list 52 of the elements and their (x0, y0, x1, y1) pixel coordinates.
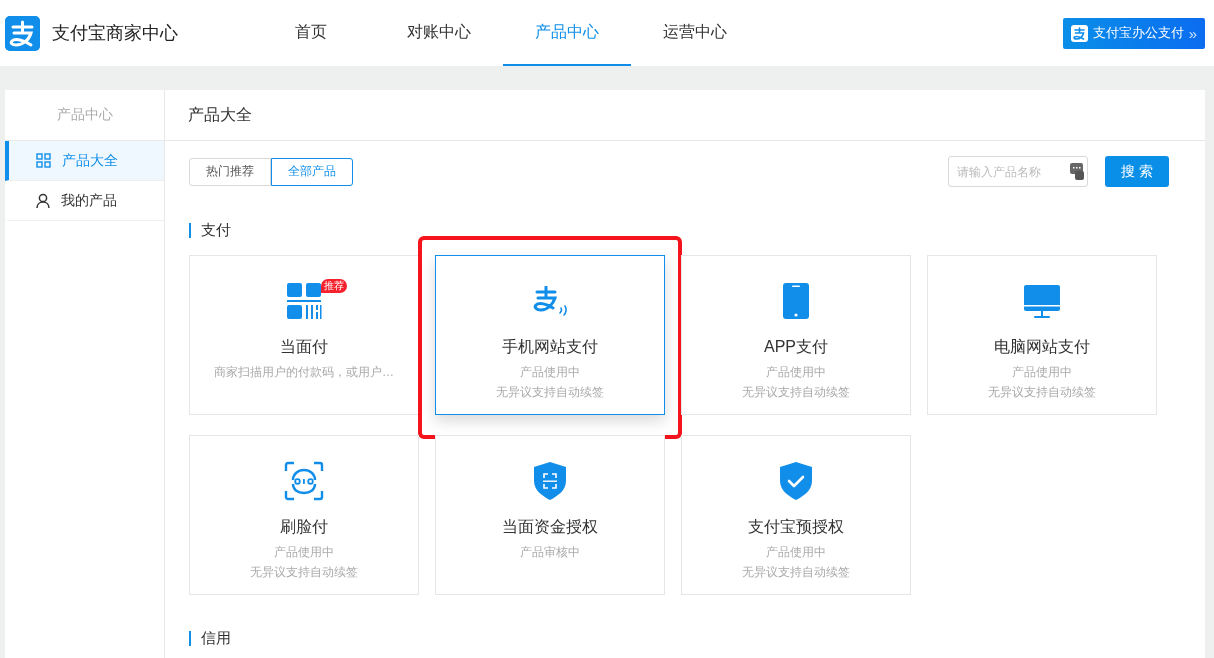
product-status: 无异议支持自动续签 (742, 564, 850, 581)
product-card[interactable]: 电脑网站支付 产品使用中 无异议支持自动续签 (927, 255, 1157, 415)
face-scan-icon (284, 461, 324, 501)
product-card[interactable]: 支付宝预授权 产品使用中 无异议支持自动续签 (681, 435, 911, 595)
product-status: 产品使用中 (766, 544, 826, 561)
app-title: 支付宝商家中心 (52, 22, 179, 45)
alipay-logo-icon (5, 15, 40, 51)
office-payment-button[interactable]: 支付宝办公支付 » (1062, 17, 1205, 49)
alipay-logo-icon (533, 286, 567, 316)
page-title: 产品大全 (165, 90, 1205, 141)
nav-tab[interactable]: 产品中心 (503, 0, 631, 66)
product-status: 无异议支持自动续签 (742, 384, 850, 401)
product-card[interactable]: 手机网站支付 产品使用中 无异议支持自动续签 (435, 255, 665, 415)
product-status: 无异议支持自动续签 (250, 564, 358, 581)
product-name: APP支付 (764, 337, 828, 357)
product-status: 产品使用中 (766, 364, 826, 381)
alipay-logo-icon (1070, 24, 1088, 42)
product-status: 商家扫描用户的付款码，或用户… (214, 364, 394, 381)
search-field[interactable]: 请输入产品名称 (948, 156, 1088, 187)
section-title: 信用 (189, 631, 1205, 646)
grid-icon (36, 153, 51, 168)
keyboard-icon (1070, 163, 1084, 180)
shield-icon (534, 462, 566, 500)
product-status: 无异议支持自动续签 (496, 384, 604, 401)
product-status: 无异议支持自动续签 (988, 384, 1096, 401)
product-status: 产品使用中 (520, 364, 580, 381)
qr-code-icon (286, 283, 322, 319)
product-card[interactable]: APP支付 产品使用中 无异议支持自动续签 (681, 255, 911, 415)
product-name: 刷脸付 (280, 517, 328, 537)
product-status: 产品使用中 (1012, 364, 1072, 381)
nav-tab[interactable]: 对账中心 (375, 0, 503, 66)
product-card[interactable]: 刷脸付 产品使用中 无异议支持自动续签 (189, 435, 419, 595)
shield-check-icon (780, 462, 812, 500)
nav-tab[interactable]: 首页 (247, 0, 375, 66)
recommend-badge: 推荐 (320, 279, 347, 293)
filter-tab[interactable]: 热门推荐 (189, 157, 271, 186)
sidebar-item[interactable]: 我的产品 (5, 181, 164, 221)
section-title: 支付 (189, 223, 1205, 238)
product-card[interactable]: 推荐 当面付 商家扫描用户的付款码，或用户… (189, 255, 419, 415)
nav-tab[interactable]: 运营中心 (631, 0, 759, 66)
product-name: 当面资金授权 (502, 517, 598, 537)
product-name: 手机网站支付 (502, 337, 598, 357)
monitor-icon (1024, 284, 1060, 318)
product-name: 支付宝预授权 (748, 517, 844, 537)
product-status: 产品使用中 (274, 544, 334, 561)
product-card[interactable]: 当面资金授权 产品审核中 (435, 435, 665, 595)
filter-tab[interactable]: 全部产品 (271, 157, 353, 186)
product-name: 当面付 (280, 337, 328, 357)
user-icon (36, 192, 50, 209)
phone-icon (783, 283, 809, 319)
product-name: 电脑网站支付 (994, 337, 1090, 357)
product-status: 产品审核中 (520, 544, 580, 561)
